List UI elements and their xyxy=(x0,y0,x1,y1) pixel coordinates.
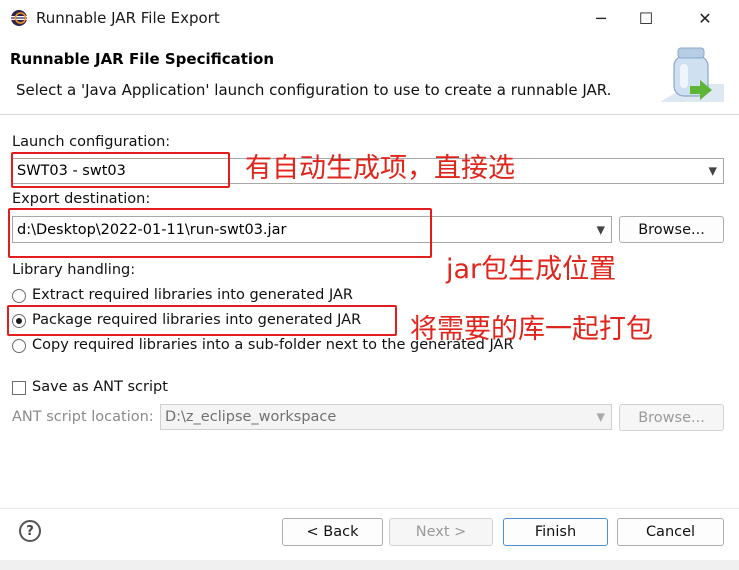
page-description: Select a 'Java Application' launch confi… xyxy=(16,81,612,99)
minimize-icon: ─ xyxy=(596,8,606,28)
annotation-launch: 有自动生成项，直接选 xyxy=(245,153,515,184)
cancel-button[interactable]: Cancel xyxy=(617,518,724,546)
annotation-export: jar包生成位置 xyxy=(446,254,617,285)
annotation-package: 将需要的库一起打包 xyxy=(410,314,653,345)
background-editor-strip xyxy=(0,560,739,570)
close-button[interactable]: ✕ xyxy=(683,4,727,32)
eclipse-icon xyxy=(10,9,28,27)
next-button[interactable]: Next > xyxy=(389,518,493,546)
chevron-down-icon: ▼ xyxy=(708,164,717,178)
close-icon: ✕ xyxy=(698,8,712,28)
launch-config-label: Launch configuration: xyxy=(12,134,171,150)
save-ant-checkbox[interactable] xyxy=(12,381,26,395)
chevron-down-icon: ▼ xyxy=(596,410,605,424)
help-icon: ? xyxy=(26,523,34,539)
jar-wizard-icon xyxy=(660,44,724,106)
page-title: Runnable JAR File Specification xyxy=(10,50,275,68)
annotation-highlight-export xyxy=(8,208,432,258)
ant-location-value: D:\z_eclipse_workspace xyxy=(165,409,337,425)
minimize-button[interactable]: ─ xyxy=(579,4,623,32)
radio-extract-indicator[interactable] xyxy=(12,289,26,303)
save-ant-checkbox-row[interactable]: Save as ANT script xyxy=(12,379,212,397)
maximize-icon: ☐ xyxy=(638,8,654,28)
maximize-button[interactable]: ☐ xyxy=(624,4,668,32)
wizard-header xyxy=(0,36,739,115)
help-button[interactable]: ? xyxy=(19,520,41,542)
radio-extract-label: Extract required libraries into generate… xyxy=(32,287,353,303)
footer-divider xyxy=(0,508,739,509)
back-button[interactable]: < Back xyxy=(282,518,383,546)
radio-extract[interactable]: Extract required libraries into generate… xyxy=(12,287,372,305)
export-browse-button[interactable]: Browse... xyxy=(619,216,724,243)
annotation-highlight-launch xyxy=(11,152,230,188)
save-ant-label: Save as ANT script xyxy=(32,379,168,395)
chevron-down-icon: ▼ xyxy=(596,223,605,236)
ant-browse-button[interactable]: Browse... xyxy=(619,404,724,431)
finish-button[interactable]: Finish xyxy=(503,518,608,546)
annotation-highlight-package xyxy=(7,305,397,336)
radio-copy-indicator[interactable] xyxy=(12,339,26,353)
ant-location-label: ANT script location: xyxy=(12,409,154,425)
export-destination-label: Export destination: xyxy=(12,191,151,207)
ant-location-combo[interactable]: D:\z_eclipse_workspace ▼ xyxy=(160,404,612,430)
window-title: Runnable JAR File Export xyxy=(36,9,220,27)
library-handling-label: Library handling: xyxy=(12,262,136,278)
